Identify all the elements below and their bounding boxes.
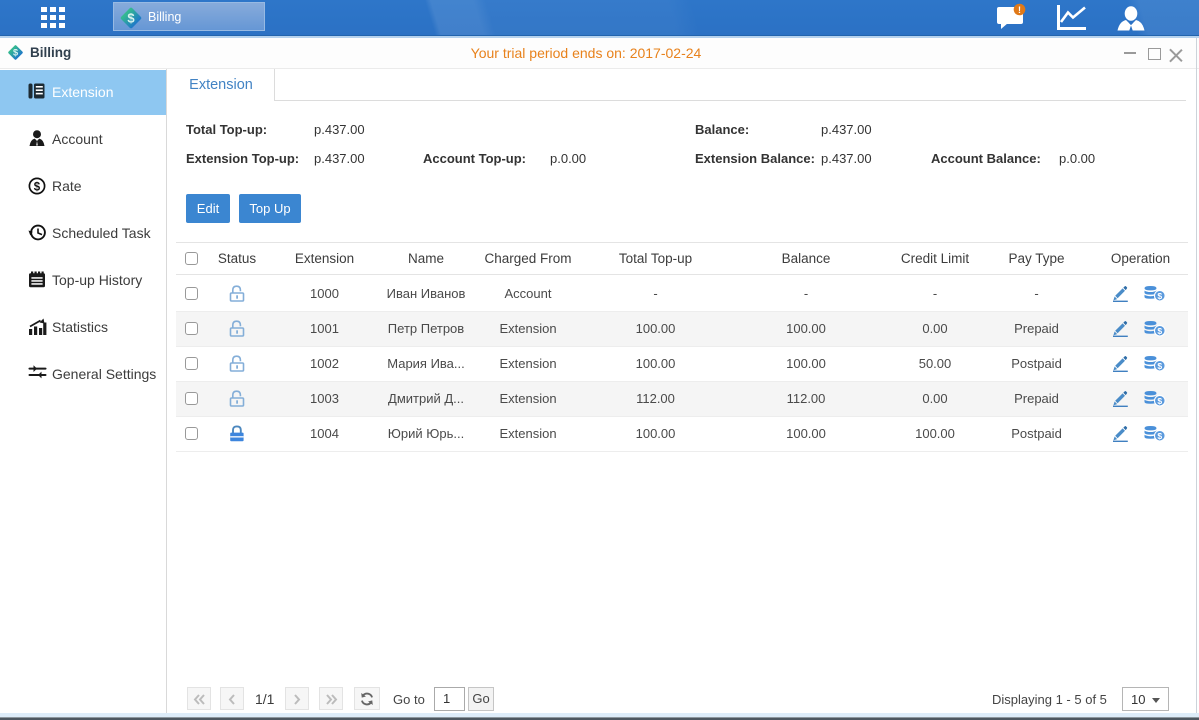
svg-text:$: $	[127, 11, 135, 26]
svg-text:!: !	[1018, 5, 1021, 15]
svg-text:$: $	[1157, 430, 1162, 440]
svg-text:$: $	[1157, 395, 1162, 405]
svg-text:$: $	[1157, 360, 1162, 370]
svg-text:$: $	[34, 181, 41, 193]
svg-text:$: $	[1157, 290, 1162, 300]
svg-text:$: $	[1157, 325, 1162, 335]
